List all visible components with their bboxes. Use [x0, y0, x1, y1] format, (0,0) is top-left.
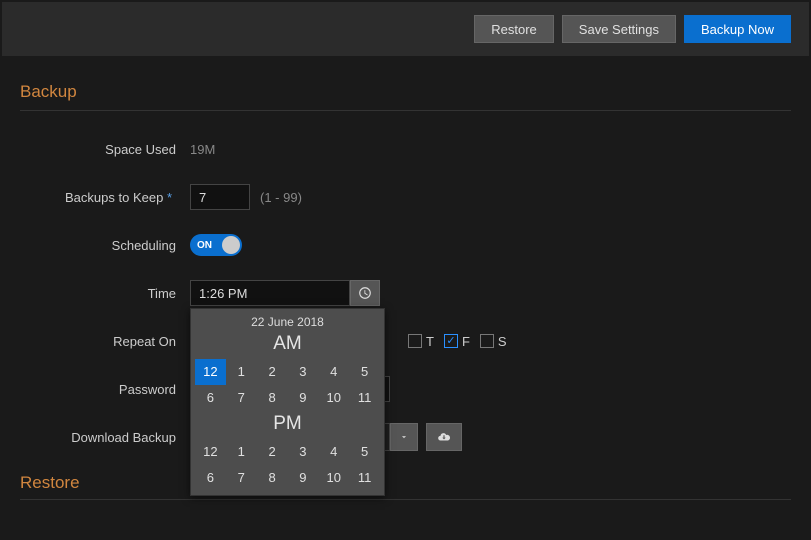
- picker-hour-pm-9[interactable]: 9: [288, 465, 319, 491]
- backups-to-keep-hint: (1 - 99): [260, 190, 302, 205]
- picker-hour-pm-2[interactable]: 2: [257, 439, 288, 465]
- divider: [20, 110, 791, 111]
- picker-pm-grid: 12 1 2 3 4 5 6 7 8 9 10 11: [191, 439, 384, 491]
- scheduling-toggle-text: ON: [197, 240, 212, 251]
- time-input[interactable]: [190, 280, 350, 306]
- day-s-label: S: [498, 334, 507, 349]
- picker-hour-pm-10[interactable]: 10: [318, 465, 349, 491]
- time-picker-popup: 22 June 2018 AM 12 1 2 3 4 5 6 7 8 9 10 …: [190, 308, 385, 496]
- day-f-label: F: [462, 334, 470, 349]
- scheduling-toggle[interactable]: ON: [190, 234, 242, 256]
- space-used-label: Space Used: [20, 142, 190, 157]
- download-backup-cloud-button[interactable]: [426, 423, 462, 451]
- picker-hour-am-9[interactable]: 9: [288, 385, 319, 411]
- scheduling-toggle-knob: [222, 236, 240, 254]
- picker-am-label: AM: [191, 331, 384, 359]
- time-label: Time: [20, 286, 190, 301]
- picker-hour-am-4[interactable]: 4: [318, 359, 349, 385]
- repeat-days: T F S: [408, 334, 507, 349]
- picker-hour-pm-6[interactable]: 6: [195, 465, 226, 491]
- picker-hour-am-7[interactable]: 7: [226, 385, 257, 411]
- picker-am-grid: 12 1 2 3 4 5 6 7 8 9 10 11: [191, 359, 384, 411]
- divider-2: [20, 499, 791, 500]
- chevron-down-icon: [399, 432, 409, 442]
- save-settings-button[interactable]: Save Settings: [562, 15, 676, 43]
- picker-hour-pm-12[interactable]: 12: [195, 439, 226, 465]
- day-f[interactable]: F: [444, 334, 470, 349]
- picker-hour-pm-8[interactable]: 8: [257, 465, 288, 491]
- picker-hour-am-10[interactable]: 10: [318, 385, 349, 411]
- picker-hour-am-3[interactable]: 3: [288, 359, 319, 385]
- backup-now-button[interactable]: Backup Now: [684, 15, 791, 43]
- repeat-on-label: Repeat On: [20, 334, 190, 349]
- picker-hour-pm-1[interactable]: 1: [226, 439, 257, 465]
- download-backup-label: Download Backup: [20, 430, 190, 445]
- picker-hour-am-6[interactable]: 6: [195, 385, 226, 411]
- backups-to-keep-label: Backups to Keep *: [20, 190, 190, 205]
- password-label: Password: [20, 382, 190, 397]
- day-t-checkbox[interactable]: [408, 334, 422, 348]
- day-f-checkbox[interactable]: [444, 334, 458, 348]
- picker-hour-am-12[interactable]: 12: [195, 359, 226, 385]
- picker-hour-am-8[interactable]: 8: [257, 385, 288, 411]
- picker-pm-label: PM: [191, 411, 384, 439]
- restore-button[interactable]: Restore: [474, 15, 554, 43]
- day-t[interactable]: T: [408, 334, 434, 349]
- backup-section-title: Backup: [20, 82, 791, 102]
- day-t-label: T: [426, 334, 434, 349]
- day-s-checkbox[interactable]: [480, 334, 494, 348]
- picker-date: 22 June 2018: [191, 309, 384, 331]
- restore-section-title: Restore: [20, 473, 791, 493]
- space-used-value: 19M: [190, 142, 215, 157]
- day-s[interactable]: S: [480, 334, 507, 349]
- picker-hour-pm-3[interactable]: 3: [288, 439, 319, 465]
- cloud-download-icon: [435, 430, 453, 444]
- backups-to-keep-input[interactable]: [190, 184, 250, 210]
- picker-hour-am-2[interactable]: 2: [257, 359, 288, 385]
- picker-hour-pm-5[interactable]: 5: [349, 439, 380, 465]
- top-toolbar: Restore Save Settings Backup Now: [2, 2, 809, 56]
- time-picker-button[interactable]: [350, 280, 380, 306]
- picker-hour-pm-11[interactable]: 11: [349, 465, 380, 491]
- picker-hour-am-1[interactable]: 1: [226, 359, 257, 385]
- picker-hour-pm-4[interactable]: 4: [318, 439, 349, 465]
- download-backup-select-arrow[interactable]: [390, 423, 418, 451]
- picker-hour-pm-7[interactable]: 7: [226, 465, 257, 491]
- scheduling-label: Scheduling: [20, 238, 190, 253]
- picker-hour-am-5[interactable]: 5: [349, 359, 380, 385]
- clock-icon: [358, 286, 372, 300]
- picker-hour-am-11[interactable]: 11: [349, 385, 380, 411]
